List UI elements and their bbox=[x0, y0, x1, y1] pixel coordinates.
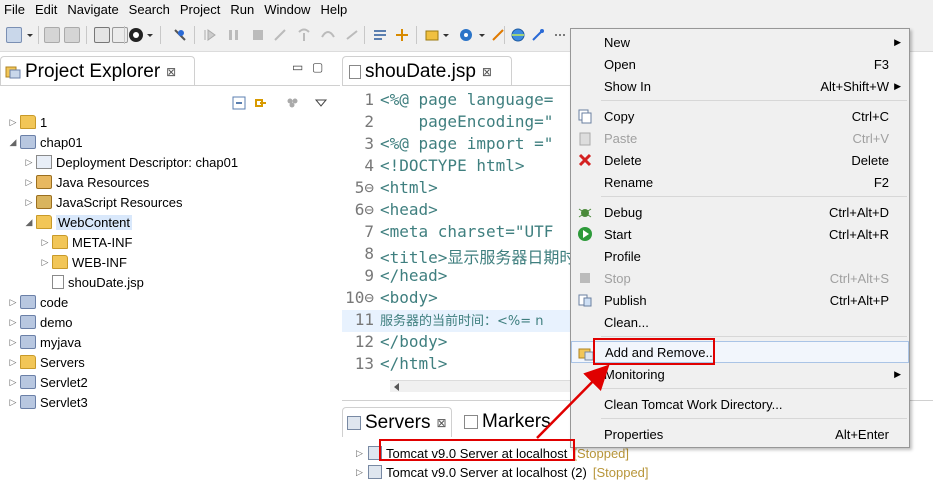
annotation-arrow bbox=[536, 364, 610, 439]
